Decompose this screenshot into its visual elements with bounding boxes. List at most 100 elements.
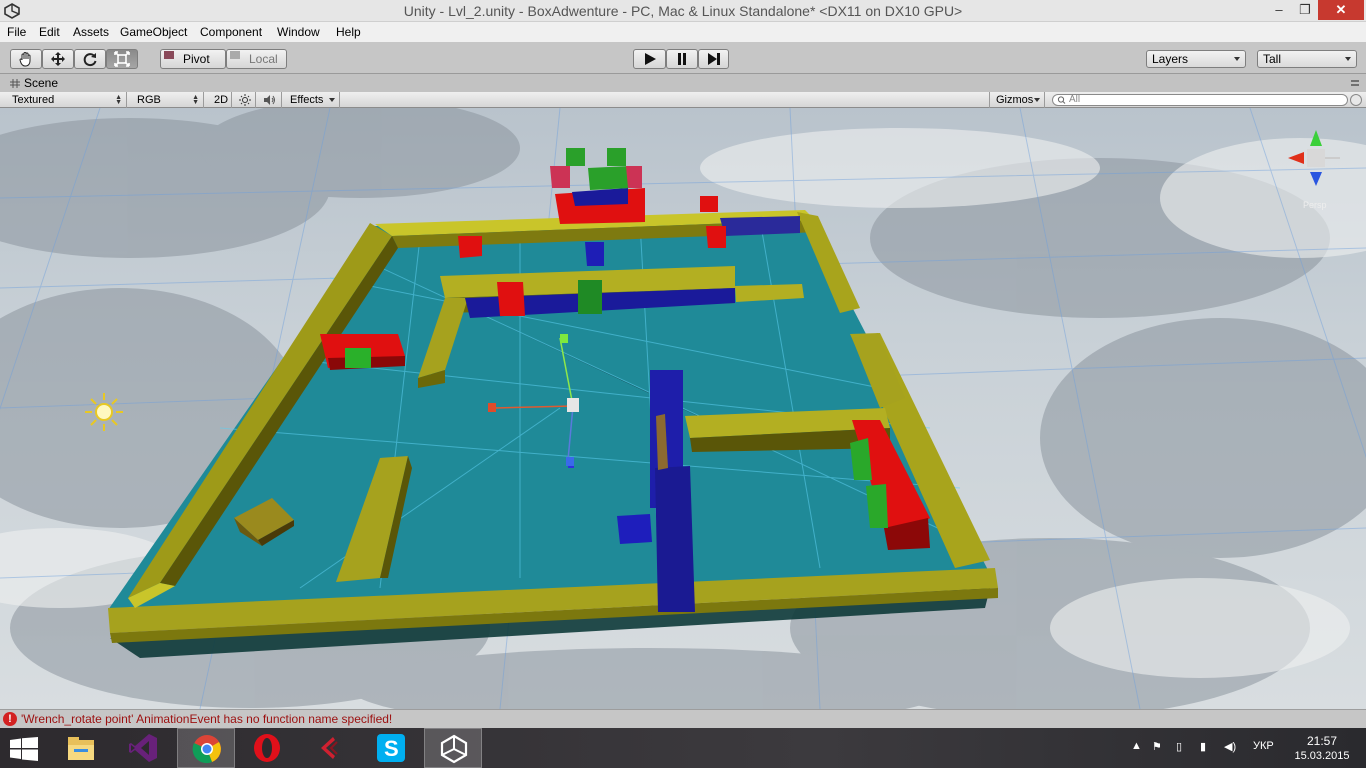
restore-button[interactable]: ❐: [1292, 0, 1318, 20]
chevron-down-icon: [329, 98, 335, 102]
lighting-toggle-button[interactable]: [234, 92, 256, 108]
clock-time[interactable]: 21:57: [1293, 734, 1351, 748]
unity-icon: [440, 734, 468, 764]
status-message[interactable]: 'Wrench_rotate point' AnimationEvent has…: [21, 712, 392, 726]
chrome-icon: [192, 735, 221, 764]
network-icon[interactable]: ▮: [1200, 740, 1206, 753]
close-button[interactable]: ✕: [1318, 0, 1364, 20]
taskbar-file-explorer[interactable]: [52, 728, 110, 768]
menu-gameobject[interactable]: GameObject: [120, 25, 187, 39]
menu-component[interactable]: Component: [200, 25, 262, 39]
pivot-toggle-button[interactable]: Pivot: [160, 49, 226, 69]
unity-editor-window: Unity - Lvl_2.unity - BoxAdwenture - PC,…: [0, 0, 1366, 768]
menu-bar: File Edit Assets GameObject Component Wi…: [0, 22, 1366, 42]
layout-label: Tall: [1263, 52, 1282, 66]
audio-toggle-button[interactable]: [258, 92, 282, 108]
layers-label: Layers: [1152, 52, 1189, 66]
search-cancel-button[interactable]: [1350, 94, 1362, 106]
chevron-down-icon: [1345, 57, 1351, 61]
scale-tool-button[interactable]: [106, 49, 138, 69]
menu-help[interactable]: Help: [336, 25, 361, 39]
play-button[interactable]: [633, 49, 666, 69]
chevron-down-icon: [1034, 98, 1040, 102]
local-icon: [230, 51, 240, 59]
opera-icon: [254, 734, 280, 762]
windows-taskbar: S ▲ ⚑ ▯ ▮ ◀) УКР 21:57 15.03.2015: [0, 728, 1366, 768]
menu-file[interactable]: File: [7, 25, 26, 39]
taskbar-visual-studio[interactable]: [114, 728, 172, 768]
svg-text:S: S: [384, 736, 399, 761]
main-toolbar: Pivot Local Layers Tall: [0, 42, 1366, 74]
layers-dropdown[interactable]: Layers: [1146, 50, 1246, 68]
local-label: Local: [249, 52, 278, 66]
visual-studio-icon: [129, 734, 157, 762]
taskbar-cinema[interactable]: [300, 728, 358, 768]
scene-viewport[interactable]: Persp: [0, 108, 1366, 709]
file-explorer-icon: [68, 737, 94, 760]
taskbar-opera[interactable]: [238, 728, 296, 768]
layout-dropdown[interactable]: Tall: [1257, 50, 1357, 68]
clock-date[interactable]: 15.03.2015: [1293, 750, 1351, 762]
flag-icon[interactable]: ⚑: [1152, 740, 1162, 753]
minimize-button[interactable]: –: [1266, 0, 1292, 20]
console-status-bar[interactable]: ! 'Wrench_rotate point' AnimationEvent h…: [0, 709, 1366, 728]
pivot-icon: [164, 51, 174, 59]
window-title: Unity - Lvl_2.unity - BoxAdwenture - PC,…: [403, 3, 963, 19]
tab-scene[interactable]: Scene: [4, 75, 58, 92]
persp-label: Persp: [1303, 200, 1327, 210]
color-mode-label: RGB: [137, 94, 161, 106]
panel-menu-icon[interactable]: [1350, 78, 1360, 88]
scene-control-bar: Textured ▲ ▼ RGB ▲ ▼ 2D Effects Gizmos A…: [0, 92, 1366, 108]
pivot-label: Pivot: [183, 52, 210, 66]
error-icon: !: [3, 712, 17, 726]
taskbar-unity[interactable]: [424, 728, 482, 768]
tab-scene-label: Scene: [24, 76, 59, 90]
render-mode-label: Textured: [12, 94, 55, 106]
battery-icon[interactable]: ▯: [1176, 740, 1182, 753]
effects-dropdown[interactable]: Effects: [284, 92, 340, 108]
local-toggle-button[interactable]: Local: [226, 49, 287, 69]
color-mode-dropdown[interactable]: RGB ▲ ▼: [131, 92, 204, 108]
pause-icon: [678, 53, 686, 65]
tray-expand-icon[interactable]: ▲: [1131, 740, 1142, 752]
speaker-icon: [264, 95, 275, 105]
step-icon: [707, 53, 720, 65]
pause-button[interactable]: [666, 49, 698, 69]
gizmos-dropdown[interactable]: Gizmos: [989, 92, 1045, 108]
windows-start-icon[interactable]: [10, 737, 38, 761]
title-bar: Unity - Lvl_2.unity - BoxAdwenture - PC,…: [0, 0, 1366, 22]
step-button[interactable]: [698, 49, 729, 69]
move-tool-button[interactable]: [42, 49, 74, 69]
render-mode-dropdown[interactable]: Textured ▲ ▼: [6, 92, 127, 108]
search-icon: [1057, 96, 1066, 104]
search-placeholder: All: [1069, 94, 1081, 105]
hand-tool-button[interactable]: [10, 49, 42, 69]
move-icon: [51, 52, 65, 66]
chevron-down-icon: [1234, 57, 1240, 61]
sun-icon: [239, 94, 251, 106]
volume-icon[interactable]: ◀): [1224, 740, 1236, 753]
play-icon: [644, 53, 656, 65]
effects-label: Effects: [290, 94, 324, 106]
rotate-tool-button[interactable]: [74, 49, 106, 69]
menu-edit[interactable]: Edit: [39, 25, 60, 39]
grid-icon: [10, 79, 20, 88]
2d-toggle-button[interactable]: 2D: [208, 92, 232, 108]
menu-window[interactable]: Window: [277, 25, 320, 39]
gizmos-label: Gizmos: [996, 94, 1034, 106]
menu-assets[interactable]: Assets: [73, 25, 109, 39]
language-indicator[interactable]: УКР: [1253, 740, 1274, 752]
taskbar-chrome[interactable]: [177, 728, 235, 768]
scale-icon: [114, 51, 130, 67]
2d-label: 2D: [214, 94, 229, 106]
skype-icon: S: [377, 734, 405, 762]
scene-canvas[interactable]: Persp: [0, 108, 1366, 709]
hand-icon: [19, 52, 31, 67]
taskbar-skype[interactable]: S: [362, 728, 420, 768]
rotate-icon: [83, 53, 97, 67]
updown-icon: ▲ ▼: [192, 94, 199, 106]
updown-icon: ▲ ▼: [115, 94, 122, 106]
scene-tab-bar: Scene: [0, 75, 1366, 92]
cinema-icon: [321, 737, 338, 759]
scene-search-input[interactable]: All: [1052, 94, 1348, 106]
